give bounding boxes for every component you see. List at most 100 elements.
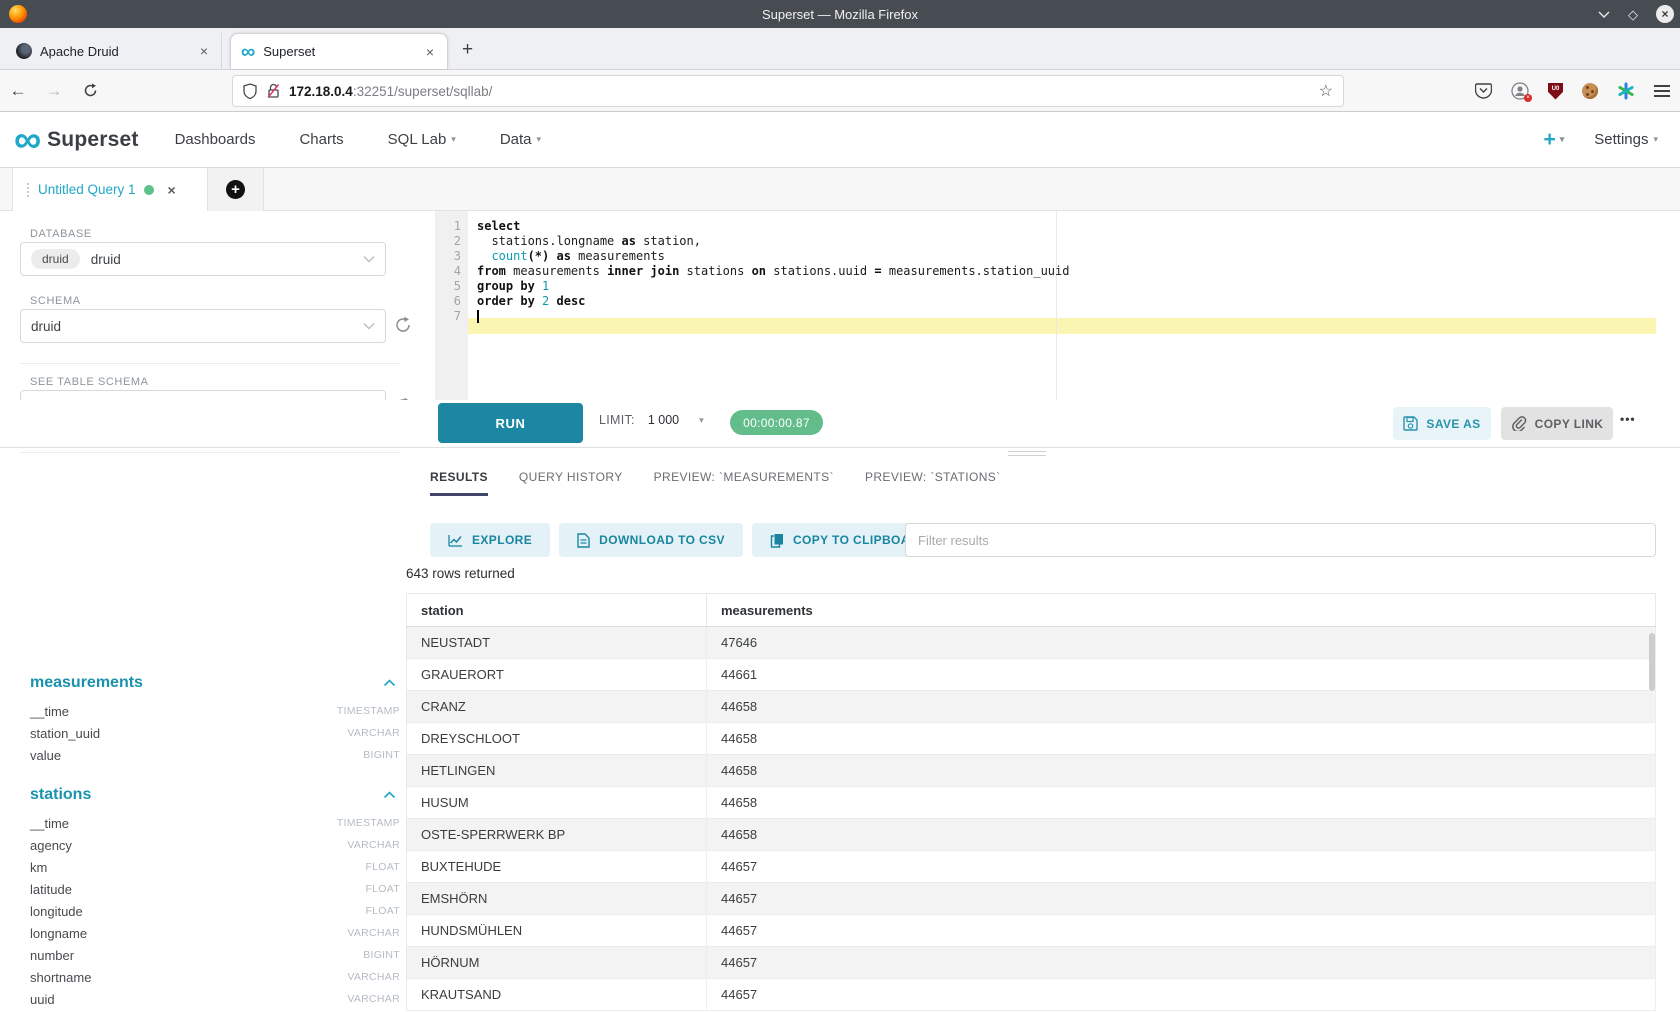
window-minimize-icon[interactable] xyxy=(1598,10,1610,18)
ublock-origin-icon[interactable]: U0 xyxy=(1548,83,1563,100)
explore-button[interactable]: EXPLORE xyxy=(430,523,550,557)
results-actions: EXPLORE DOWNLOAD TO CSV COPY TO CLIPBOAR… xyxy=(430,523,946,557)
filter-results-input[interactable] xyxy=(905,523,1656,557)
column-row: station_uuid VARCHAR xyxy=(0,722,420,744)
editor-code[interactable]: select stations.longname as station, cou… xyxy=(468,211,1656,400)
cell-measurements: 44657 xyxy=(707,851,1656,883)
browser-tab-apache-druid[interactable]: Apache Druid × xyxy=(6,33,222,69)
settings-menu[interactable]: Settings▾ xyxy=(1594,131,1658,148)
schema-select[interactable]: druid xyxy=(20,309,386,343)
database-value: druid xyxy=(91,252,121,267)
column-type: BIGINT xyxy=(363,749,400,761)
nav-item-sql-lab[interactable]: SQL Lab▾ xyxy=(388,131,456,148)
cell-station: BUXTEHUDE xyxy=(407,851,707,883)
column-name: longname xyxy=(30,926,87,941)
chevron-up-icon[interactable] xyxy=(383,679,396,687)
column-name: station_uuid xyxy=(30,726,100,741)
tracking-shield-icon[interactable] xyxy=(243,83,257,99)
pocket-icon[interactable] xyxy=(1475,83,1492,99)
column-row: longnameVARCHAR xyxy=(0,922,420,944)
download-csv-button[interactable]: DOWNLOAD TO CSV xyxy=(559,523,743,557)
extension-asterisk-icon[interactable] xyxy=(1617,82,1635,100)
copy-link-button[interactable]: COPY LINK xyxy=(1501,407,1613,440)
url-input[interactable]: 172.18.0.4:32251/superset/sqllab/ ☆ xyxy=(232,75,1344,107)
window-close-icon[interactable]: × xyxy=(1656,5,1674,23)
results-scrollbar-thumb[interactable] xyxy=(1649,633,1655,691)
druid-favicon-icon xyxy=(16,43,32,59)
chevron-down-icon xyxy=(363,255,375,263)
line-number: 1 xyxy=(435,219,468,234)
window-title: Superset — Mozilla Firefox xyxy=(0,7,1680,22)
back-icon[interactable]: ← xyxy=(0,81,36,101)
column-header-station[interactable]: station xyxy=(407,594,707,627)
column-name: longitude xyxy=(30,904,83,919)
column-name: latitude xyxy=(30,882,72,897)
column-row: latitudeFLOAT xyxy=(0,878,420,900)
schema-table-measurements[interactable]: measurements xyxy=(0,666,420,700)
column-row: agencyVARCHAR xyxy=(0,834,420,856)
nav-item-dashboards[interactable]: Dashboards xyxy=(175,131,256,148)
chevron-up-icon[interactable] xyxy=(383,791,396,799)
tab-close-icon[interactable]: × xyxy=(197,43,211,59)
superset-logo[interactable]: ∞ Superset xyxy=(14,125,139,155)
link-icon xyxy=(1511,416,1527,431)
table-row: OSTE-SPERRWERK BP44658 xyxy=(407,819,1656,851)
cell-measurements: 44658 xyxy=(707,723,1656,755)
column-type: FLOAT xyxy=(365,905,400,917)
window-maximize-icon[interactable]: ◇ xyxy=(1628,8,1638,21)
add-query-tab-icon[interactable]: + xyxy=(226,180,245,199)
reload-icon[interactable] xyxy=(72,83,108,98)
column-name: agency xyxy=(30,838,72,853)
table-row: HÖRNUM44657 xyxy=(407,947,1656,979)
new-browser-tab-button[interactable]: + xyxy=(462,39,473,61)
cell-measurements: 44658 xyxy=(707,787,1656,819)
bookmark-star-icon[interactable]: ☆ xyxy=(1319,81,1333,101)
menu-hamburger-icon[interactable] xyxy=(1654,85,1670,97)
caret-down-icon: ▾ xyxy=(699,415,704,426)
limit-dropdown[interactable]: LIMIT: 1 000 ▾ xyxy=(599,413,704,427)
query-tab-close-icon[interactable]: × xyxy=(168,182,176,198)
add-query-tab-segment[interactable]: + xyxy=(208,168,264,211)
tab-preview-measurements[interactable]: PREVIEW: `MEASUREMENTS` xyxy=(654,470,834,496)
results-table: station measurements NEUSTADT47646GRAUER… xyxy=(406,593,1656,1011)
line-number: 4 xyxy=(435,264,468,279)
panel-resize-handle[interactable] xyxy=(1008,451,1046,456)
drag-grip-icon[interactable] xyxy=(27,183,29,197)
cell-measurements: 44658 xyxy=(707,755,1656,787)
tab-results[interactable]: RESULTS xyxy=(430,470,488,496)
refresh-schema-icon[interactable] xyxy=(394,316,414,336)
browser-tab-label: Superset xyxy=(263,44,423,59)
cell-measurements: 44657 xyxy=(707,979,1656,1011)
run-button[interactable]: RUN xyxy=(438,403,583,443)
tab-close-icon[interactable]: × xyxy=(423,44,437,60)
column-row: numberBIGINT xyxy=(0,944,420,966)
table-row: HUNDSMÜHLEN44657 xyxy=(407,915,1656,947)
column-type: TIMESTAMP xyxy=(337,817,400,829)
sql-editor[interactable]: 1234567 select stations.longname as stat… xyxy=(435,211,1656,400)
code-line: stations.longname as station, xyxy=(477,234,1656,249)
editor-gutter: 1234567 xyxy=(435,211,468,400)
cell-station: HUNDSMÜHLEN xyxy=(407,915,707,947)
insecure-lock-icon[interactable] xyxy=(266,83,281,99)
query-tab-untitled-query-1[interactable]: Untitled Query 1 × xyxy=(12,168,208,211)
save-as-button[interactable]: SAVE AS xyxy=(1393,407,1491,440)
schema-value: druid xyxy=(31,319,61,334)
forward-icon: → xyxy=(36,81,72,101)
cookie-extension-icon[interactable] xyxy=(1582,83,1598,99)
account-extension-icon[interactable]: × xyxy=(1511,82,1529,100)
nav-item-charts[interactable]: Charts xyxy=(299,131,343,148)
more-options-icon[interactable]: ••• xyxy=(1620,412,1636,426)
code-line: select xyxy=(477,219,1656,234)
browser-tab-superset[interactable]: ∞ Superset × xyxy=(230,33,448,69)
code-line: group by 1 xyxy=(477,279,1656,294)
column-header-measurements[interactable]: measurements xyxy=(707,594,1656,627)
caret-down-icon: ▾ xyxy=(451,134,456,145)
tab-query-history[interactable]: QUERY HISTORY xyxy=(519,470,623,496)
superset-favicon-icon: ∞ xyxy=(241,45,255,59)
nav-item-data[interactable]: Data▾ xyxy=(500,131,541,148)
new-item-plus-button[interactable]: +▾ xyxy=(1543,128,1564,152)
column-type: VARCHAR xyxy=(347,727,400,739)
database-select[interactable]: druid druid xyxy=(20,242,386,276)
schema-table-stations[interactable]: stations xyxy=(0,778,420,812)
tab-preview-stations[interactable]: PREVIEW: `STATIONS` xyxy=(865,470,1001,496)
